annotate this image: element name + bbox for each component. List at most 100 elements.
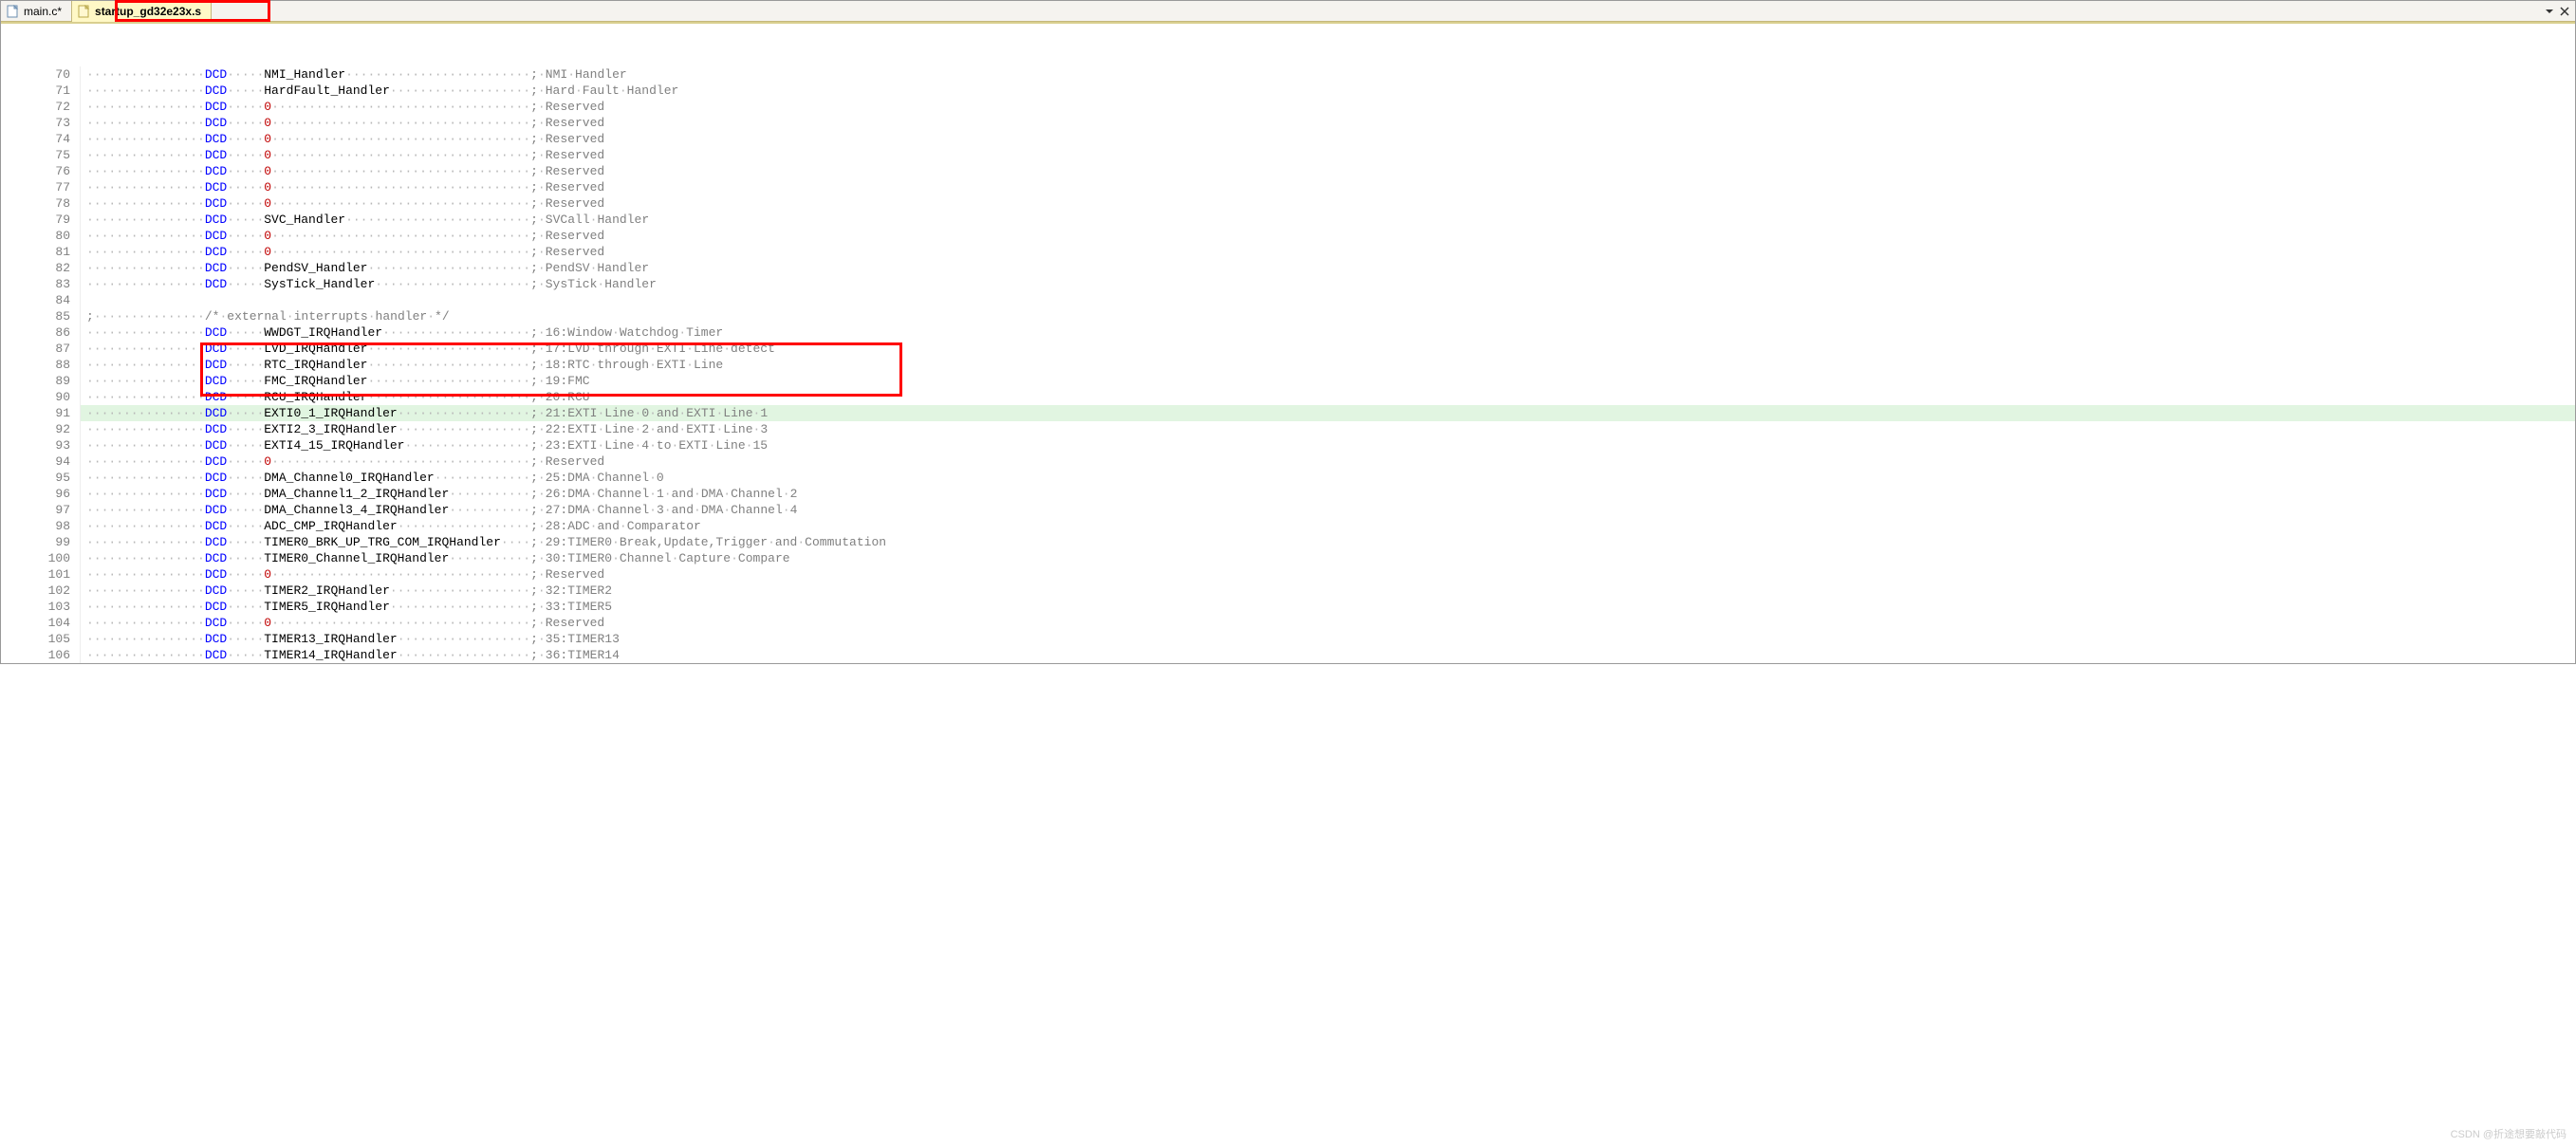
code-line[interactable]: 98················DCD·····ADC_CMP_IRQHan… xyxy=(1,518,2575,534)
code-line[interactable]: 97················DCD·····DMA_Channel3_4… xyxy=(1,502,2575,518)
code-editor[interactable]: 70················DCD·····NMI_Handler···… xyxy=(1,24,2575,663)
line-number: 90 xyxy=(1,389,81,405)
line-number: 78 xyxy=(1,195,81,212)
code-line[interactable]: 90················DCD·····RCU_IRQHandler… xyxy=(1,389,2575,405)
code-line[interactable]: 73················DCD·····0·············… xyxy=(1,115,2575,131)
code-line[interactable]: 81················DCD·····0·············… xyxy=(1,244,2575,260)
code-line[interactable]: 75················DCD·····0·············… xyxy=(1,147,2575,163)
code-content: ················DCD·····EXTI0_1_IRQHandl… xyxy=(81,405,2575,421)
code-content: ················DCD·····EXTI2_3_IRQHandl… xyxy=(81,421,2575,437)
code-line[interactable]: 96················DCD·····DMA_Channel1_2… xyxy=(1,486,2575,502)
code-content: ················DCD·····TIMER13_IRQHandl… xyxy=(81,631,2575,647)
code-line[interactable]: 87················DCD·····LVD_IRQHandler… xyxy=(1,341,2575,357)
line-number: 95 xyxy=(1,470,81,486)
line-number: 88 xyxy=(1,357,81,373)
code-line[interactable]: 76················DCD·····0·············… xyxy=(1,163,2575,179)
code-line[interactable]: 78················DCD·····0·············… xyxy=(1,195,2575,212)
code-content: ················DCD·····0···············… xyxy=(81,179,2575,195)
code-line[interactable]: 83················DCD·····SysTick_Handle… xyxy=(1,276,2575,292)
code-content: ················DCD·····0···············… xyxy=(81,228,2575,244)
code-line[interactable]: 89················DCD·····FMC_IRQHandler… xyxy=(1,373,2575,389)
code-content: ················DCD·····TIMER5_IRQHandle… xyxy=(81,599,2575,615)
code-content: ················DCD·····RTC_IRQHandler··… xyxy=(81,357,2575,373)
line-number: 99 xyxy=(1,534,81,550)
code-content: ················DCD·····TIMER14_IRQHandl… xyxy=(81,647,2575,663)
code-content: ················DCD·····0···············… xyxy=(81,244,2575,260)
c-file-icon xyxy=(7,5,20,18)
code-content: ················DCD·····DMA_Channel1_2_I… xyxy=(81,486,2575,502)
line-number: 104 xyxy=(1,615,81,631)
line-number: 89 xyxy=(1,373,81,389)
tab-bar: main.c* startup_gd32e23x.s xyxy=(1,1,2575,22)
line-number: 102 xyxy=(1,583,81,599)
line-number: 82 xyxy=(1,260,81,276)
line-number: 106 xyxy=(1,647,81,663)
line-number: 71 xyxy=(1,83,81,99)
code-line[interactable]: 70················DCD·····NMI_Handler···… xyxy=(1,66,2575,83)
code-line[interactable]: 104················DCD·····0············… xyxy=(1,615,2575,631)
code-line[interactable]: 93················DCD·····EXTI4_15_IRQHa… xyxy=(1,437,2575,453)
editor-window: main.c* startup_gd32e23x.s 70···········… xyxy=(0,0,2576,664)
code-content: ················DCD·····0···············… xyxy=(81,615,2575,631)
asm-file-icon xyxy=(78,5,91,18)
code-content: ················DCD·····0···············… xyxy=(81,115,2575,131)
code-line[interactable]: 82················DCD·····PendSV_Handler… xyxy=(1,260,2575,276)
editor-area: 70················DCD·····NMI_Handler···… xyxy=(1,22,2575,663)
code-line[interactable]: 99················DCD·····TIMER0_BRK_UP_… xyxy=(1,534,2575,550)
code-line[interactable]: 88················DCD·····RTC_IRQHandler… xyxy=(1,357,2575,373)
close-icon[interactable] xyxy=(2560,7,2569,16)
line-number: 72 xyxy=(1,99,81,115)
code-content: ················DCD·····TIMER0_BRK_UP_TR… xyxy=(81,534,2575,550)
code-line[interactable]: 95················DCD·····DMA_Channel0_I… xyxy=(1,470,2575,486)
code-line[interactable]: 72················DCD·····0·············… xyxy=(1,99,2575,115)
code-line[interactable]: 94················DCD·····0·············… xyxy=(1,453,2575,470)
tab-main-c[interactable]: main.c* xyxy=(1,1,72,22)
tab-startup-s[interactable]: startup_gd32e23x.s xyxy=(72,1,212,22)
code-line[interactable]: 85;···············/*·external·interrupts… xyxy=(1,308,2575,324)
code-line[interactable]: 101················DCD·····0············… xyxy=(1,566,2575,583)
line-number: 98 xyxy=(1,518,81,534)
code-line[interactable]: 71················DCD·····HardFault_Hand… xyxy=(1,83,2575,99)
code-content: ;···············/*·external·interrupts·h… xyxy=(81,308,2575,324)
code-line[interactable]: 103················DCD·····TIMER5_IRQHan… xyxy=(1,599,2575,615)
code-content: ················DCD·····0···············… xyxy=(81,163,2575,179)
code-line[interactable]: 91················DCD·····EXTI0_1_IRQHan… xyxy=(1,405,2575,421)
code-line[interactable]: 84 xyxy=(1,292,2575,308)
code-content: ················DCD·····NMI_Handler·····… xyxy=(81,66,2575,83)
code-line[interactable]: 74················DCD·····0·············… xyxy=(1,131,2575,147)
code-content: ················DCD·····ADC_CMP_IRQHandl… xyxy=(81,518,2575,534)
code-line[interactable]: 100················DCD·····TIMER0_Channe… xyxy=(1,550,2575,566)
code-content: ················DCD·····WWDGT_IRQHandler… xyxy=(81,324,2575,341)
code-content: ················DCD·····0···············… xyxy=(81,131,2575,147)
code-line[interactable]: 86················DCD·····WWDGT_IRQHandl… xyxy=(1,324,2575,341)
code-line[interactable]: 102················DCD·····TIMER2_IRQHan… xyxy=(1,583,2575,599)
line-number: 81 xyxy=(1,244,81,260)
code-line[interactable]: 79················DCD·····SVC_Handler···… xyxy=(1,212,2575,228)
dropdown-icon[interactable] xyxy=(2545,7,2554,16)
code-content: ················DCD·····FMC_IRQHandler··… xyxy=(81,373,2575,389)
code-content: ················DCD·····DMA_Channel0_IRQ… xyxy=(81,470,2575,486)
code-content: ················DCD·····TIMER2_IRQHandle… xyxy=(81,583,2575,599)
line-number: 77 xyxy=(1,179,81,195)
line-number: 76 xyxy=(1,163,81,179)
code-content: ················DCD·····PendSV_Handler··… xyxy=(81,260,2575,276)
line-number: 103 xyxy=(1,599,81,615)
code-content: ················DCD·····TIMER0_Channel_I… xyxy=(81,550,2575,566)
line-number: 101 xyxy=(1,566,81,583)
code-content: ················DCD·····0···············… xyxy=(81,99,2575,115)
code-content: ················DCD·····0···············… xyxy=(81,453,2575,470)
code-line[interactable]: 105················DCD·····TIMER13_IRQHa… xyxy=(1,631,2575,647)
line-number: 92 xyxy=(1,421,81,437)
code-content: ················DCD·····SysTick_Handler·… xyxy=(81,276,2575,292)
code-line[interactable]: 80················DCD·····0·············… xyxy=(1,228,2575,244)
code-content: ················DCD·····LVD_IRQHandler··… xyxy=(81,341,2575,357)
code-line[interactable]: 77················DCD·····0·············… xyxy=(1,179,2575,195)
line-number: 70 xyxy=(1,66,81,83)
line-number: 93 xyxy=(1,437,81,453)
code-line[interactable]: 92················DCD·····EXTI2_3_IRQHan… xyxy=(1,421,2575,437)
line-number: 86 xyxy=(1,324,81,341)
code-line[interactable]: 106················DCD·····TIMER14_IRQHa… xyxy=(1,647,2575,663)
line-number: 100 xyxy=(1,550,81,566)
code-content: ················DCD·····DMA_Channel3_4_I… xyxy=(81,502,2575,518)
watermark: CSDN @折途想要敲代码 xyxy=(2451,1126,2567,1141)
